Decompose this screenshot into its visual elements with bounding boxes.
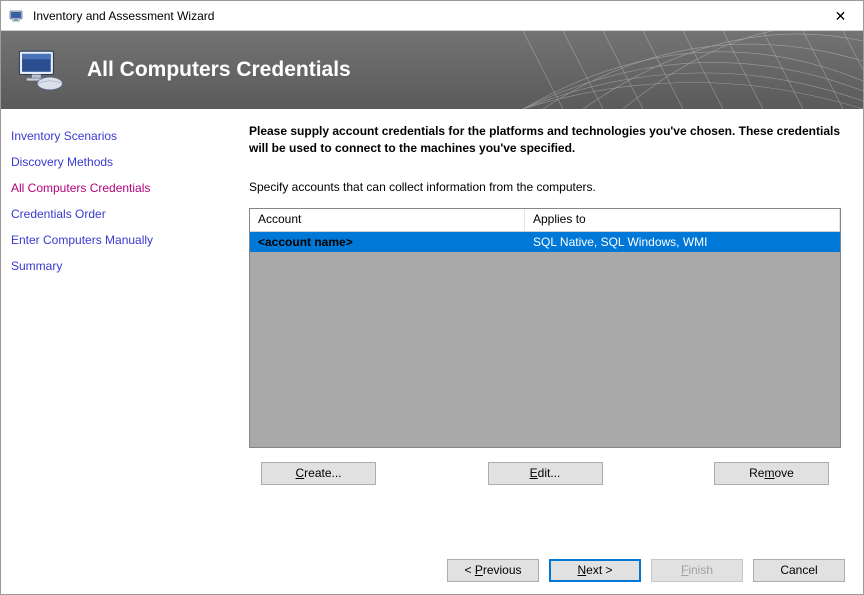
instructions-text: Please supply account credentials for th… — [249, 123, 841, 158]
sidebar-item-credentials-order[interactable]: Credentials Order — [9, 201, 219, 227]
grid-body: <account name> SQL Native, SQL Windows, … — [250, 232, 840, 447]
grid-header: Account Applies to — [250, 209, 840, 232]
create-button[interactable]: Create... — [261, 462, 376, 485]
sidebar-item-inventory-scenarios[interactable]: Inventory Scenarios — [9, 123, 219, 149]
title-bar: Inventory and Assessment Wizard ✕ — [1, 1, 863, 31]
sidebar-item-all-computers-credentials[interactable]: All Computers Credentials — [9, 175, 219, 201]
cancel-button[interactable]: Cancel — [753, 559, 845, 582]
banner: All Computers Credentials — [1, 31, 863, 109]
column-header-applies-to[interactable]: Applies to — [525, 209, 840, 231]
wizard-window: Inventory and Assessment Wizard ✕ — [0, 0, 864, 595]
banner-mesh-decoration — [523, 31, 863, 109]
previous-button[interactable]: < Previous — [447, 559, 539, 582]
wizard-body: Inventory Scenarios Discovery Methods Al… — [1, 109, 863, 546]
wizard-sidebar: Inventory Scenarios Discovery Methods Al… — [1, 109, 227, 546]
cell-applies-to: SQL Native, SQL Windows, WMI — [525, 233, 840, 251]
grid-row[interactable]: <account name> SQL Native, SQL Windows, … — [250, 232, 840, 252]
edit-button[interactable]: Edit... — [488, 462, 603, 485]
banner-title: All Computers Credentials — [87, 58, 351, 82]
wizard-main: Please supply account credentials for th… — [227, 109, 863, 546]
subtext: Specify accounts that can collect inform… — [249, 180, 841, 194]
cell-account: <account name> — [250, 233, 525, 251]
close-icon: ✕ — [835, 9, 847, 23]
sidebar-item-discovery-methods[interactable]: Discovery Methods — [9, 149, 219, 175]
column-header-account[interactable]: Account — [250, 209, 525, 231]
next-button[interactable]: Next > — [549, 559, 641, 582]
remove-button[interactable]: Remove — [714, 462, 829, 485]
finish-button: Finish — [651, 559, 743, 582]
banner-computer-icon — [11, 41, 69, 99]
sidebar-item-summary[interactable]: Summary — [9, 253, 219, 279]
grid-action-row: Create... Edit... Remove — [249, 462, 841, 485]
sidebar-item-enter-computers-manually[interactable]: Enter Computers Manually — [9, 227, 219, 253]
wizard-footer: < Previous Next > Finish Cancel — [1, 546, 863, 594]
app-icon — [9, 8, 25, 24]
close-button[interactable]: ✕ — [818, 1, 863, 30]
window-title: Inventory and Assessment Wizard — [33, 9, 818, 23]
credentials-grid: Account Applies to <account name> SQL Na… — [249, 208, 841, 448]
